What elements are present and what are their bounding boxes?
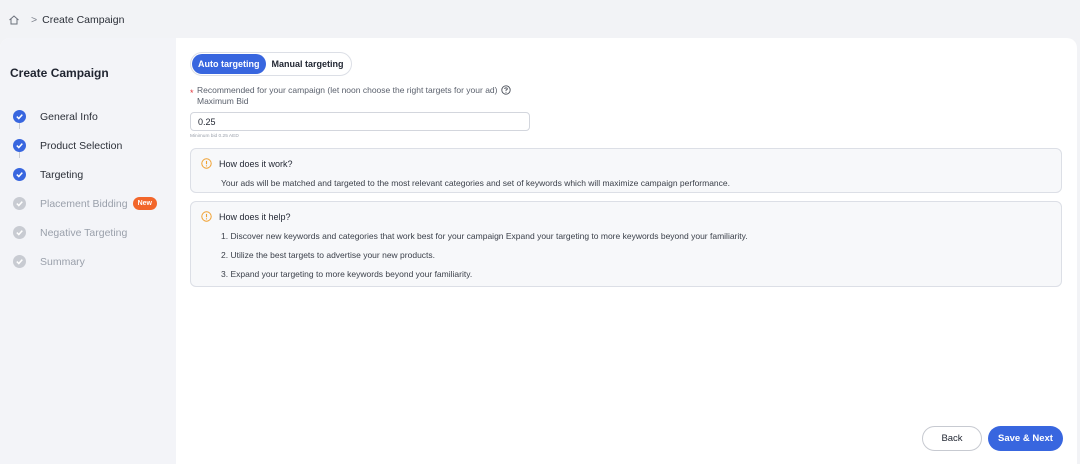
min-bid-hint: Minimum bid 0.25 AED bbox=[190, 134, 239, 139]
how-it-helps-box: How does it help? 1. Discover new keywor… bbox=[190, 201, 1062, 287]
back-button[interactable]: Back bbox=[922, 426, 982, 451]
step-list: General Info Product Selection Targeting bbox=[10, 102, 176, 276]
step-label: Targeting bbox=[40, 168, 84, 181]
step-general-info[interactable]: General Info bbox=[10, 102, 176, 131]
footer-actions: Back Save & Next bbox=[922, 426, 1063, 451]
check-icon bbox=[13, 139, 26, 152]
help-icon[interactable] bbox=[500, 85, 511, 95]
how-it-works-box: How does it work? Your ads will be match… bbox=[190, 148, 1062, 193]
step-product-selection[interactable]: Product Selection bbox=[10, 123, 176, 160]
step-targeting[interactable]: Targeting bbox=[10, 152, 176, 189]
check-icon bbox=[13, 197, 26, 210]
sidebar-title: Create Campaign bbox=[10, 66, 109, 80]
check-icon bbox=[13, 226, 26, 239]
check-icon bbox=[13, 110, 26, 123]
how-it-helps-title: How does it help? bbox=[219, 211, 291, 222]
info-warning-icon bbox=[201, 158, 212, 169]
how-it-works-title: How does it work? bbox=[219, 158, 293, 169]
step-label: Summary bbox=[40, 255, 85, 268]
targeting-panel: Auto targeting Manual targeting * Recomm… bbox=[176, 38, 1077, 464]
breadcrumb-current: Create Campaign bbox=[42, 14, 125, 26]
recommendation-label: Recommended for your campaign (let noon … bbox=[197, 85, 498, 95]
step-summary[interactable]: Summary bbox=[10, 247, 176, 276]
step-label: Negative Targeting bbox=[40, 226, 128, 239]
how-it-works-text: Your ads will be matched and targeted to… bbox=[221, 178, 730, 188]
help-point: 1. Discover new keywords and categories … bbox=[221, 231, 748, 241]
home-icon[interactable] bbox=[8, 14, 20, 26]
required-mark: * bbox=[190, 88, 194, 98]
save-next-button[interactable]: Save & Next bbox=[988, 426, 1063, 451]
new-badge: New bbox=[132, 197, 157, 210]
campaign-card: Create Campaign General Info Product Sel… bbox=[0, 38, 1077, 464]
help-point: 2. Utilize the best targets to advertise… bbox=[221, 250, 436, 260]
info-warning-icon bbox=[201, 211, 212, 222]
stepper-sidebar: Create Campaign General Info Product Sel… bbox=[0, 38, 176, 464]
help-point: 3. Expand your targeting to more keyword… bbox=[221, 269, 473, 279]
breadcrumb-separator: > bbox=[31, 14, 38, 26]
step-connector bbox=[19, 152, 20, 158]
check-icon bbox=[13, 168, 26, 181]
targeting-toggle: Auto targeting Manual targeting bbox=[190, 52, 352, 76]
check-icon bbox=[13, 255, 26, 268]
max-bid-label: Maximum Bid bbox=[197, 96, 249, 106]
recommendation-text: * Recommended for your campaign (let noo… bbox=[190, 85, 1077, 98]
step-connector bbox=[19, 123, 20, 129]
step-negative-targeting[interactable]: Negative Targeting bbox=[10, 218, 176, 247]
breadcrumb: > Create Campaign bbox=[0, 0, 1080, 40]
step-placement-bidding[interactable]: Placement Bidding New bbox=[10, 189, 176, 218]
step-label: General Info bbox=[40, 110, 98, 123]
step-label: Placement Bidding bbox=[40, 197, 128, 210]
max-bid-input[interactable] bbox=[190, 112, 530, 131]
step-label: Product Selection bbox=[40, 139, 123, 152]
tab-auto-targeting[interactable]: Auto targeting bbox=[192, 54, 266, 74]
tab-manual-targeting[interactable]: Manual targeting bbox=[266, 54, 350, 74]
